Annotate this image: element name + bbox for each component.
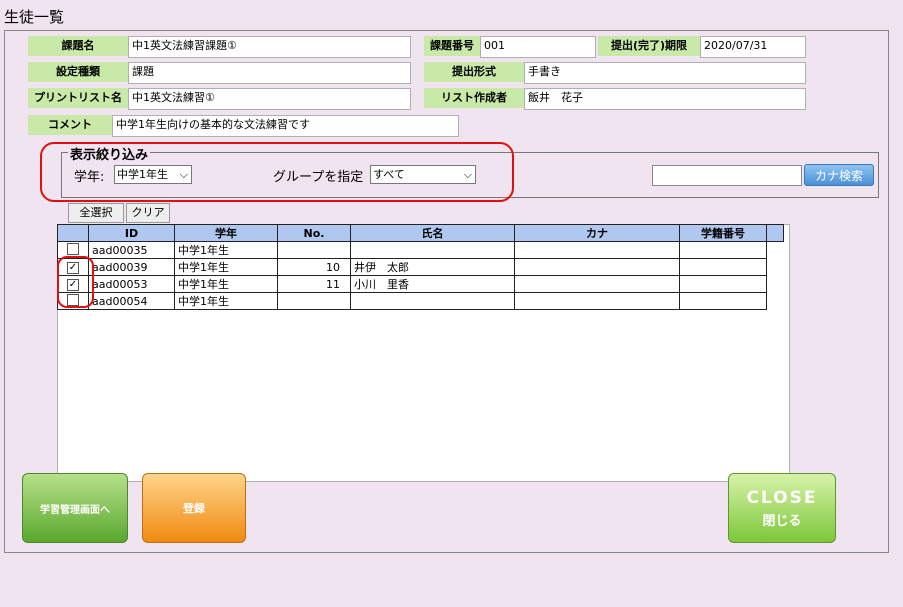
cell-id: aad00039 xyxy=(88,258,175,276)
submit-format-label: 提出形式 xyxy=(424,62,524,82)
kadai-no-value: 001 xyxy=(480,36,596,58)
col-grade: 学年 xyxy=(174,224,278,242)
row-checkbox[interactable] xyxy=(67,242,79,255)
deadline-value: 2020/07/31 xyxy=(700,36,806,58)
col-id: ID xyxy=(88,224,175,242)
printlist-value: 中1英文法練習① xyxy=(128,88,411,110)
scroll-gutter xyxy=(767,259,784,276)
register-button[interactable]: 登録 xyxy=(142,473,246,543)
col-name: 氏名 xyxy=(350,224,515,242)
cell-name xyxy=(350,241,515,259)
setting-type-label: 設定種類 xyxy=(28,62,128,82)
cell-kana xyxy=(514,241,680,259)
highlight-filter xyxy=(40,142,514,202)
col-scrollbar xyxy=(766,224,784,242)
scroll-gutter xyxy=(767,242,784,259)
cell-id: aad00053 xyxy=(88,275,175,293)
close-en-label: CLOSE xyxy=(746,487,818,508)
cell-student-no xyxy=(679,292,767,310)
cell-student-no xyxy=(679,275,767,293)
cell-no: 10 xyxy=(277,258,351,276)
clear-button[interactable]: クリア xyxy=(126,203,170,223)
col-no: No. xyxy=(277,224,351,242)
submit-format-value: 手書き xyxy=(524,62,806,84)
printlist-label: プリントリスト名 xyxy=(28,88,128,108)
col-kana: カナ xyxy=(514,224,680,242)
kadai-name-label: 課題名 xyxy=(28,36,128,56)
table-row: aad00054 中学1年生 xyxy=(57,292,784,310)
manage-button[interactable]: 学習管理画面へ xyxy=(22,473,128,543)
deadline-label: 提出(完了)期限 xyxy=(598,36,700,56)
cell-grade: 中学1年生 xyxy=(174,275,278,293)
kadai-name-value: 中1英文法練習課題① xyxy=(128,36,411,58)
cell-kana xyxy=(514,275,680,293)
table-row: ✓ aad00039 中学1年生 10 井伊 太郎 xyxy=(57,258,784,276)
comment-value: 中学1年生向けの基本的な文法練習です xyxy=(112,115,459,137)
page-title: 生徒一覧 xyxy=(4,8,65,26)
table-row: ✓ aad00053 中学1年生 11 小川 里香 xyxy=(57,275,784,293)
cell-name xyxy=(350,292,515,310)
kadai-no-label: 課題番号 xyxy=(424,36,480,56)
select-all-button[interactable]: 全選択 xyxy=(68,203,124,223)
scroll-gutter xyxy=(767,293,784,310)
cell-grade: 中学1年生 xyxy=(174,241,278,259)
cell-kana xyxy=(514,292,680,310)
col-select xyxy=(57,224,89,242)
close-button[interactable]: CLOSE 閉じる xyxy=(728,473,836,543)
kana-search-button[interactable]: カナ検索 xyxy=(804,164,874,186)
cell-no xyxy=(277,241,351,259)
student-table: ID 学年 No. 氏名 カナ 学籍番号 aad00035 中学1年生 ✓ aad00… xyxy=(57,224,784,310)
cell-name: 井伊 太郎 xyxy=(350,258,515,276)
comment-label: コメント xyxy=(28,115,112,135)
list-author-value: 飯井 花子 xyxy=(524,88,806,110)
close-jp-label: 閉じる xyxy=(762,513,802,529)
highlight-checkboxes xyxy=(57,256,94,308)
cell-no xyxy=(277,292,351,310)
kana-search-input[interactable] xyxy=(652,165,802,186)
col-student-no: 学籍番号 xyxy=(679,224,767,242)
cell-id: aad00035 xyxy=(88,241,175,259)
cell-student-no xyxy=(679,258,767,276)
scroll-gutter xyxy=(767,276,784,293)
cell-student-no xyxy=(679,241,767,259)
setting-type-value: 課題 xyxy=(128,62,411,84)
cell-grade: 中学1年生 xyxy=(174,292,278,310)
table-row: aad00035 中学1年生 xyxy=(57,241,784,259)
list-author-label: リスト作成者 xyxy=(424,88,524,108)
cell-id: aad00054 xyxy=(88,292,175,310)
cell-name: 小川 里香 xyxy=(350,275,515,293)
cell-grade: 中学1年生 xyxy=(174,258,278,276)
cell-no: 11 xyxy=(277,275,351,293)
cell-kana xyxy=(514,258,680,276)
